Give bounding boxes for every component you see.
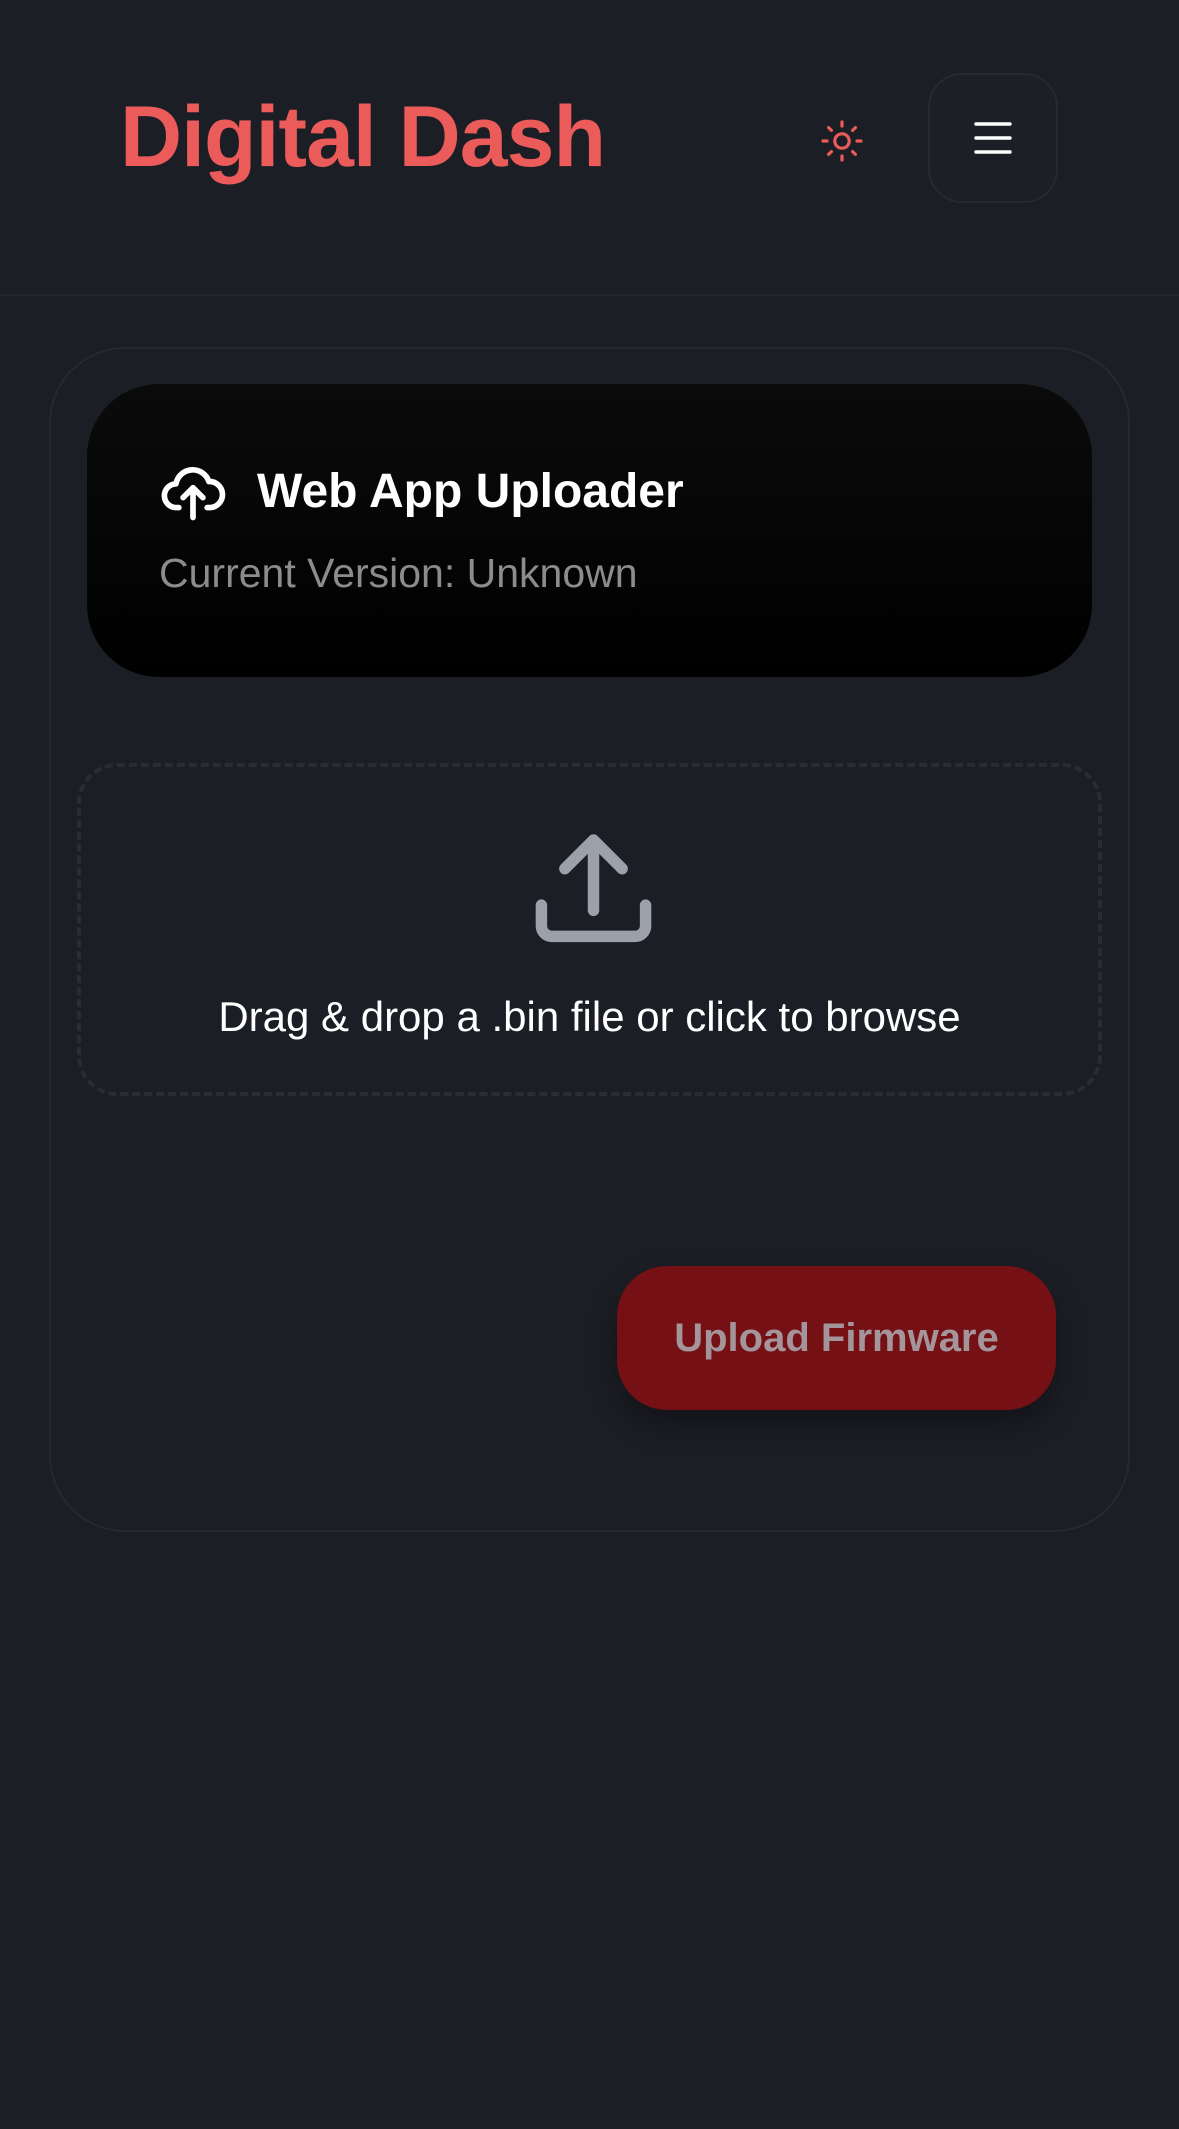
- hamburger-menu-icon: [974, 122, 1012, 154]
- dropzone-instructions: Drag & drop a .bin file or click to brow…: [218, 993, 961, 1040]
- current-version-text: Current Version: Unknown: [159, 550, 638, 596]
- upload-firmware-button[interactable]: Upload Firmware: [617, 1266, 1056, 1410]
- uploader-title: Web App Uploader: [257, 465, 684, 518]
- file-dropzone[interactable]: Drag & drop a .bin file or click to brow…: [77, 763, 1102, 1096]
- uploader-info-panel: Web App Uploader Current Version: Unknow…: [87, 384, 1092, 677]
- cloud-upload-icon: [161, 467, 226, 521]
- menu-button[interactable]: [928, 73, 1058, 203]
- app-header: Digital Dash: [0, 0, 1179, 296]
- sun-icon: [821, 120, 863, 162]
- theme-toggle-button[interactable]: [812, 111, 872, 171]
- upload-tray-icon: [535, 834, 652, 943]
- brand-title: Digital Dash: [120, 89, 606, 185]
